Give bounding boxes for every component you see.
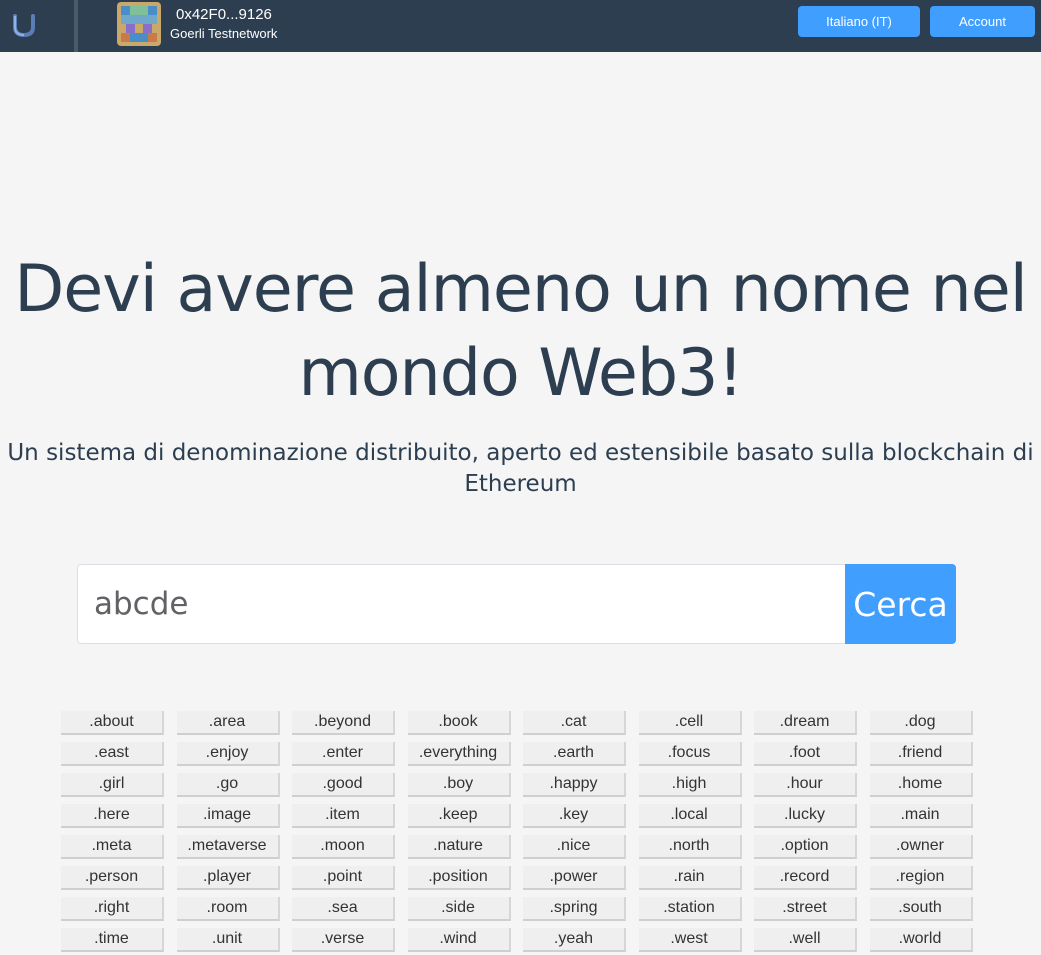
navbar-divider [74,0,78,52]
search-input[interactable] [78,585,796,623]
tld-item[interactable]: .about [61,711,164,735]
tld-item[interactable]: .option [754,835,857,859]
tld-item[interactable]: .enter [292,742,395,766]
tld-item[interactable]: .south [869,897,973,921]
tld-item[interactable]: .meta [61,835,164,859]
tld-item[interactable]: .world [869,928,973,952]
page-subtitle: Un sistema di denominazione distribuito,… [0,438,1041,500]
top-navbar: 0x42F0...9126 Goerli Testnetwork Italian… [0,0,1041,52]
tld-item[interactable]: .everything [407,742,511,766]
tld-item[interactable]: .lucky [754,804,857,828]
page-subtitle-line2: Ethereum [464,471,577,497]
tld-item[interactable]: .street [754,897,857,921]
tld-item[interactable]: .room [176,897,280,921]
tld-item[interactable]: .point [292,866,395,890]
tld-item[interactable]: .home [869,773,973,797]
tld-item[interactable]: .enjoy [176,742,280,766]
tld-item[interactable]: .station [638,897,742,921]
tld-item[interactable]: .nature [407,835,511,859]
tld-item[interactable]: .friend [869,742,973,766]
tld-item[interactable]: .hour [754,773,857,797]
page-subtitle-line1: Un sistema di denominazione distribuito,… [7,440,1034,466]
tld-item[interactable]: .player [176,866,280,890]
tld-item[interactable]: .go [176,773,280,797]
page-title-line2: mondo Web3! [298,336,743,411]
tld-item[interactable]: .west [638,928,742,952]
tld-item[interactable]: .right [61,897,164,921]
account-button[interactable]: Account [930,6,1035,37]
tld-item[interactable]: .rain [638,866,742,890]
tld-item[interactable]: .side [407,897,511,921]
tld-item[interactable]: .dream [754,711,857,735]
tld-item[interactable]: .book [407,711,511,735]
search-field [77,564,845,644]
tld-item[interactable]: .person [61,866,164,890]
tld-item[interactable]: .earth [523,742,626,766]
tld-item[interactable]: .nice [523,835,626,859]
tld-item[interactable]: .east [61,742,164,766]
tld-item[interactable]: .yeah [523,928,626,952]
tld-item[interactable]: .area [176,711,280,735]
tld-item[interactable]: .spring [523,897,626,921]
tld-item[interactable]: .happy [523,773,626,797]
tld-item[interactable]: .local [638,804,742,828]
tld-item[interactable]: .foot [754,742,857,766]
language-button[interactable]: Italiano (IT) [798,6,920,37]
tld-item[interactable]: .boy [407,773,511,797]
page-title: Devi avere almeno un nome nel mondo Web3… [0,248,1041,416]
tld-item[interactable]: .high [638,773,742,797]
tld-item[interactable]: .item [292,804,395,828]
tld-item[interactable]: .good [292,773,395,797]
tld-item[interactable]: .region [869,866,973,890]
tld-list: .about .area .beyond .book .cat .cell .dream .d… [61,711,974,952]
tld-item[interactable]: .verse [292,928,395,952]
tld-item[interactable]: .focus [638,742,742,766]
tld-item[interactable]: .dog [869,711,973,735]
tld-item[interactable]: .unit [176,928,280,952]
tld-item[interactable]: .metaverse [176,835,280,859]
page-title-line1: Devi avere almeno un nome nel [14,252,1028,327]
tld-item[interactable]: .girl [61,773,164,797]
tld-item[interactable]: .owner [869,835,973,859]
tld-item[interactable]: .moon [292,835,395,859]
tld-item[interactable]: .north [638,835,742,859]
tld-item[interactable]: .cat [523,711,626,735]
tld-item[interactable]: .position [407,866,511,890]
tld-item[interactable]: .well [754,928,857,952]
tld-item[interactable]: .power [523,866,626,890]
tld-item[interactable]: .wind [407,928,511,952]
tld-item[interactable]: .here [61,804,164,828]
tld-item[interactable]: .time [61,928,164,952]
tld-item[interactable]: .keep [407,804,511,828]
account-address: 0x42F0...9126 [176,6,272,23]
tld-item[interactable]: .main [869,804,973,828]
tld-item[interactable]: .beyond [292,711,395,735]
tld-item[interactable]: .key [523,804,626,828]
tld-item[interactable]: .cell [638,711,742,735]
tld-item[interactable]: .record [754,866,857,890]
app-logo-icon[interactable] [0,0,48,52]
tld-item[interactable]: .sea [292,897,395,921]
tld-item[interactable]: .image [176,804,280,828]
search-button[interactable]: Cerca [845,564,956,644]
network-name: Goerli Testnetwork [170,26,278,41]
account-avatar[interactable] [117,2,161,46]
